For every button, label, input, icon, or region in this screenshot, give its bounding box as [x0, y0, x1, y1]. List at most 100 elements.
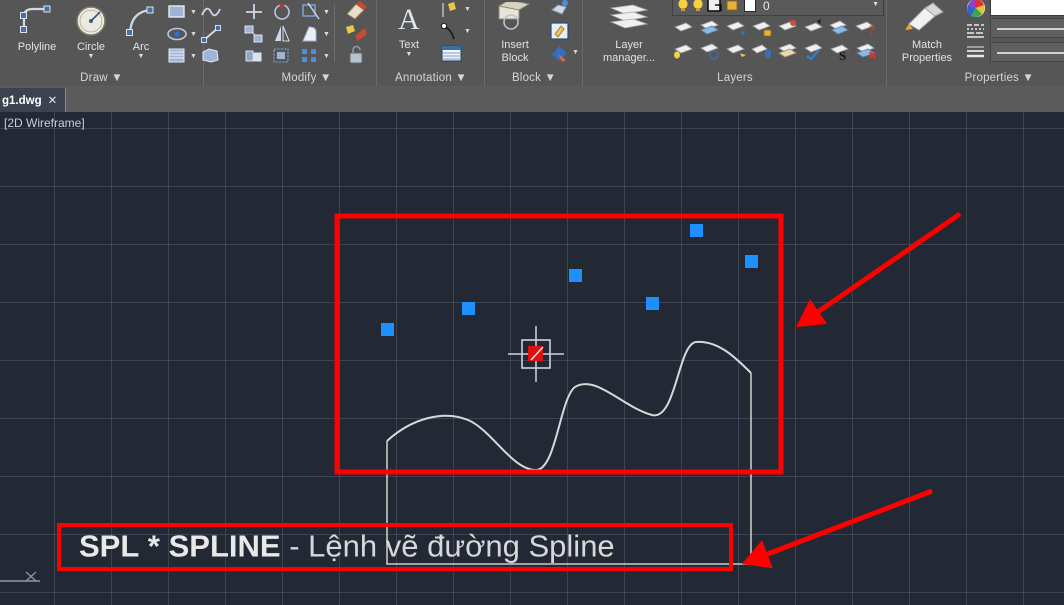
layer-delete-icon[interactable]: ✖ — [854, 41, 877, 62]
layer-previous-icon[interactable] — [802, 18, 824, 38]
annotation-panel-caret[interactable]: ▼ — [455, 72, 467, 84]
arc-button[interactable]: Arc ▼ — [112, 2, 170, 60]
block-panel-caret[interactable]: ▼ — [544, 72, 556, 84]
modify-panel-caret[interactable]: ▼ — [320, 72, 332, 84]
ellipse-icon[interactable] — [166, 24, 188, 44]
line-icon[interactable] — [200, 24, 222, 44]
rectangle-icon[interactable] — [166, 2, 188, 22]
layer-make-current-icon[interactable] — [776, 18, 798, 38]
dimension-dropdown-caret[interactable]: ▼ — [464, 6, 471, 13]
rotate-icon[interactable] — [271, 2, 293, 22]
grip-point[interactable] — [381, 323, 394, 336]
properties-panel-body: Match Properties — [888, 0, 1064, 66]
block-attribute-icon[interactable] — [548, 42, 570, 62]
layer-name-value: 0 — [763, 0, 770, 13]
rectangle-dropdown-caret[interactable]: ▼ — [190, 9, 197, 16]
file-tab[interactable]: g1.dwg ✕ — [0, 88, 67, 112]
match-properties-icon — [903, 2, 951, 38]
explode-icon[interactable] — [343, 22, 367, 42]
polyline-button[interactable]: Polyline — [8, 2, 66, 53]
mirror-icon[interactable] — [271, 24, 293, 44]
ellipse-dropdown-caret[interactable]: ▼ — [190, 31, 197, 38]
layer-merge-icon[interactable] — [828, 18, 850, 38]
freeze-icon[interactable] — [691, 0, 705, 18]
layer-change-to-current-icon[interactable] — [776, 41, 798, 61]
lightbulb-on-icon[interactable] — [676, 0, 690, 18]
polyline-label: Polyline — [17, 41, 57, 53]
copy-icon[interactable] — [243, 24, 265, 44]
command-separator: * — [147, 528, 160, 564]
text-dropdown-caret[interactable]: ▼ — [380, 51, 438, 58]
grip-point[interactable] — [569, 269, 582, 282]
linetype-combo[interactable] — [990, 18, 1064, 38]
layer-manager-button[interactable]: Layer manager... — [586, 0, 672, 64]
svg-text:+: + — [740, 28, 746, 38]
layer-on-icon[interactable] — [672, 41, 694, 61]
draw-panel-body: Polyline Circle ▼ Arc ▼ ▼ ▼ ▼ — [0, 0, 221, 66]
svg-text:?: ? — [869, 22, 876, 37]
scale-icon[interactable] — [271, 46, 293, 66]
layer-combo[interactable]: 0 ▼ — [672, 0, 884, 16]
array-icon[interactable] — [299, 46, 321, 66]
move-icon[interactable] — [243, 2, 265, 22]
table-icon[interactable] — [440, 44, 462, 64]
layer-thaw-icon[interactable] — [724, 41, 746, 61]
unlock-icon[interactable] — [343, 44, 365, 64]
lineweight-preview — [997, 52, 1064, 54]
layer-off-icon[interactable] — [698, 41, 720, 61]
layer-match-icon[interactable]: ? — [854, 18, 876, 38]
match-properties-button[interactable]: Match Properties — [888, 0, 966, 64]
layers-panel-body: Layer manager... 0 ▼ + ? S ✖ — [584, 0, 886, 66]
block-attribute-dropdown-caret[interactable]: ▼ — [572, 49, 579, 56]
layer-lock-icon[interactable] — [750, 18, 772, 38]
grip-point[interactable] — [690, 224, 703, 237]
lock-icon[interactable] — [707, 0, 723, 18]
trim-dropdown-caret[interactable]: ▼ — [323, 9, 330, 16]
dimension-icon[interactable] — [440, 0, 462, 20]
grip-point[interactable] — [462, 302, 475, 315]
properties-panel-title: Properties ▼ — [964, 72, 1034, 84]
layer-isolate-icon[interactable] — [672, 18, 694, 38]
layer-unlock-icon[interactable] — [750, 41, 772, 61]
lineweight-combo[interactable] — [990, 42, 1064, 62]
trim-icon[interactable] — [299, 2, 321, 22]
grip-points[interactable] — [381, 224, 758, 336]
grip-point[interactable] — [646, 297, 659, 310]
layer-freeze-icon[interactable]: + — [724, 18, 746, 39]
color-swatch-icon[interactable] — [743, 0, 757, 18]
layer-manager-label: manager... — [603, 52, 655, 64]
layer-walk-icon[interactable]: S — [828, 41, 850, 63]
create-block-icon[interactable] — [548, 0, 570, 18]
text-button[interactable]: A Text ▼ — [380, 0, 438, 58]
array-dropdown-caret[interactable]: ▼ — [323, 53, 330, 60]
match-label: Match — [912, 39, 942, 51]
stretch-icon[interactable] — [243, 46, 265, 66]
hatch-icon[interactable] — [166, 46, 188, 66]
leader-dropdown-caret[interactable]: ▼ — [464, 28, 471, 35]
edit-block-icon[interactable] — [548, 20, 570, 40]
erase-icon[interactable] — [343, 0, 367, 20]
fillet-icon[interactable] — [299, 24, 321, 44]
spline-fit-icon[interactable] — [200, 2, 222, 22]
svg-text:S: S — [839, 48, 846, 61]
layer-unisolate-icon[interactable] — [698, 18, 720, 38]
object-color-combo[interactable] — [990, 0, 1064, 16]
modify-panel-title: Modify ▼ — [281, 72, 332, 84]
draw-panel-caret[interactable]: ▼ — [111, 72, 123, 84]
color-wheel-icon[interactable] — [966, 0, 986, 23]
svg-text:✖: ✖ — [868, 50, 877, 61]
plot-icon[interactable] — [725, 0, 739, 18]
region-icon[interactable] — [200, 46, 222, 66]
arc-icon — [121, 4, 161, 40]
fillet-dropdown-caret[interactable]: ▼ — [323, 31, 330, 38]
grip-point[interactable] — [745, 255, 758, 268]
hot-grip[interactable] — [528, 346, 543, 361]
layer-states-icon[interactable] — [802, 41, 824, 61]
arc-dropdown-caret[interactable]: ▼ — [112, 53, 170, 60]
insert-block-button[interactable]: Insert Block — [484, 0, 546, 64]
hatch-dropdown-caret[interactable]: ▼ — [190, 53, 197, 60]
layer-combo-caret[interactable]: ▼ — [872, 1, 879, 8]
leader-icon[interactable] — [440, 22, 462, 42]
properties-panel-caret[interactable]: ▼ — [1022, 72, 1034, 84]
file-tab-close-icon[interactable]: ✕ — [48, 95, 58, 107]
